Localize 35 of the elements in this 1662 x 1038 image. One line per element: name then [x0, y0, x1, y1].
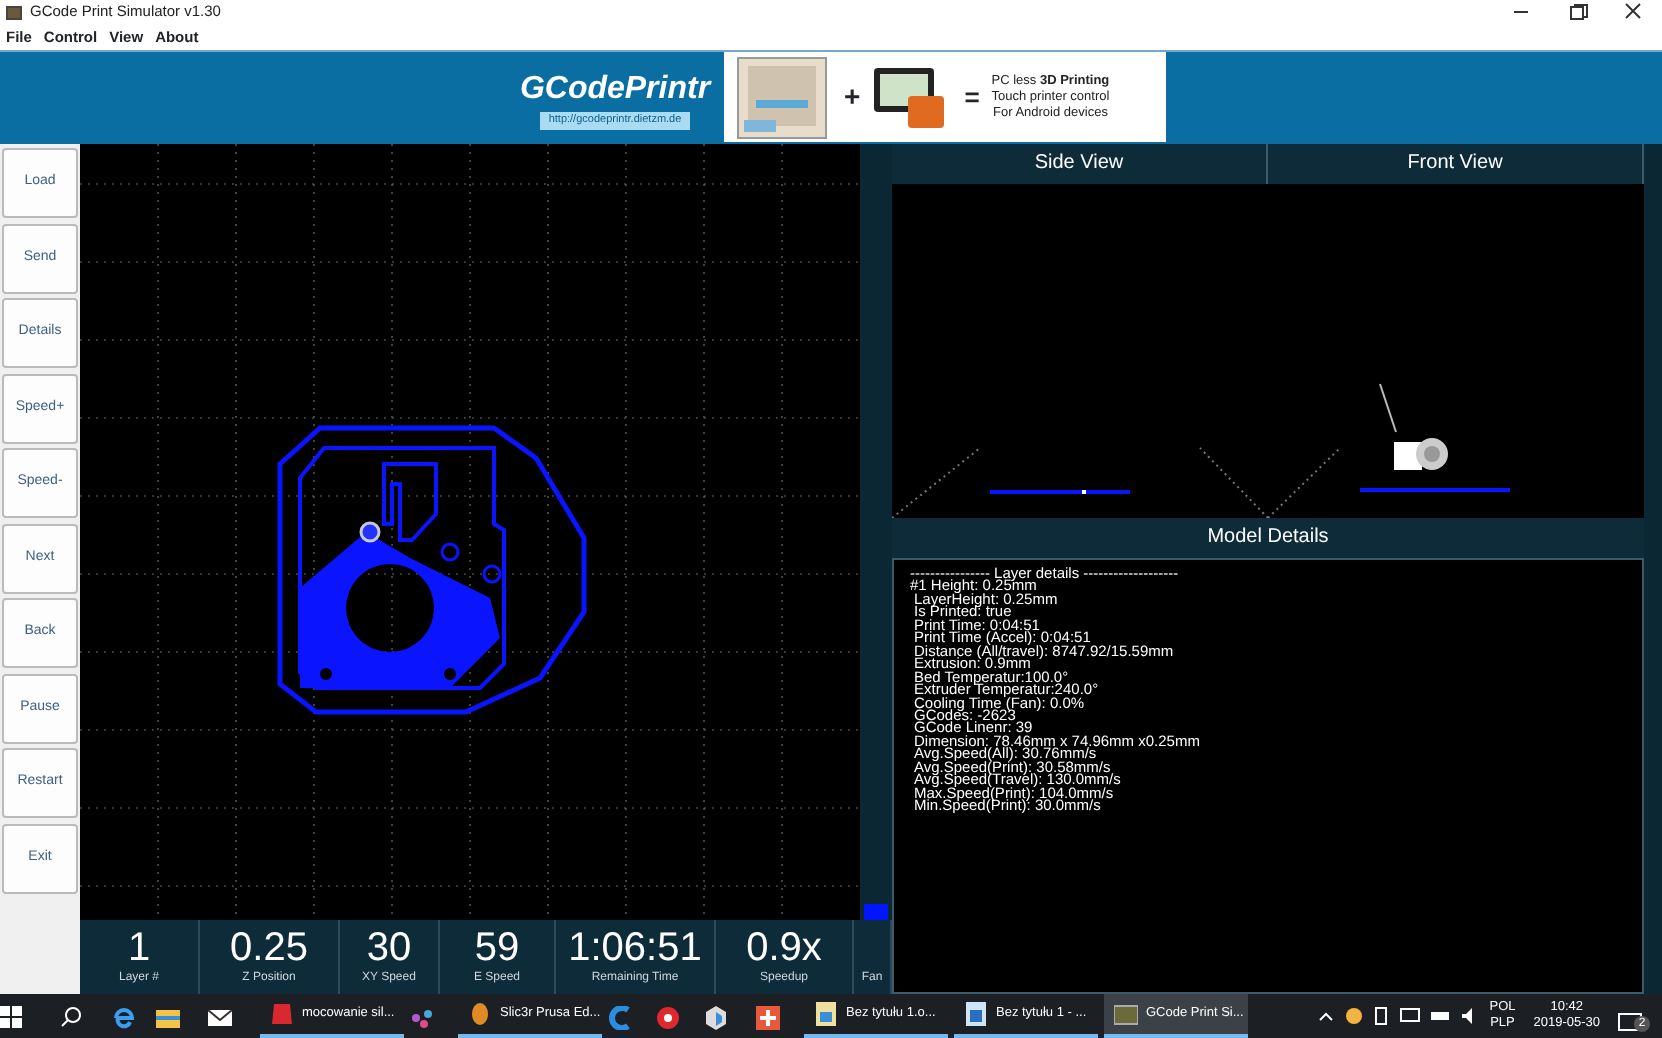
tray-icon[interactable] — [1343, 1006, 1364, 1026]
view-header: Side View — [892, 144, 1268, 184]
app-icon — [814, 1002, 838, 1026]
app-icon — [964, 1002, 988, 1026]
windows-logo-icon[interactable] — [0, 1006, 22, 1029]
logo-text: GCodePrintr — [519, 69, 711, 109]
app-icon — [6, 5, 22, 19]
layer-line — [990, 490, 1130, 494]
equals-sign: = — [964, 79, 980, 116]
printer-drawing — [736, 55, 828, 139]
stat-value: 0.9x — [746, 926, 822, 970]
search-icon[interactable] — [60, 1006, 82, 1029]
chevron-up-icon[interactable] — [1317, 1010, 1334, 1022]
app-icon[interactable] — [156, 1005, 180, 1030]
tablet-drawing — [872, 63, 949, 131]
stat-value: 0.25 — [230, 926, 308, 970]
app-icon — [468, 1002, 492, 1026]
stat-value: 1:06:51 — [568, 926, 702, 970]
guide-line — [1268, 447, 1341, 518]
guide-line — [1199, 447, 1268, 518]
notification-icon[interactable] — [1618, 1011, 1642, 1036]
panel-header: Model Details — [892, 518, 1644, 558]
app-icon[interactable] — [112, 1005, 136, 1030]
guide-line — [892, 447, 981, 518]
app-icon — [1114, 1002, 1138, 1026]
app-icon[interactable] — [410, 1005, 434, 1030]
app-icon — [270, 1002, 294, 1026]
view-header: Front View — [1268, 144, 1644, 184]
stat-value: 59 — [474, 926, 520, 970]
stat-value: 1 — [127, 926, 151, 970]
plus-sign: + — [844, 78, 861, 116]
app-icon[interactable] — [656, 1005, 680, 1030]
app-icon[interactable] — [704, 1005, 728, 1030]
app-icon[interactable] — [208, 1005, 232, 1030]
stat-value: 30 — [366, 926, 412, 970]
